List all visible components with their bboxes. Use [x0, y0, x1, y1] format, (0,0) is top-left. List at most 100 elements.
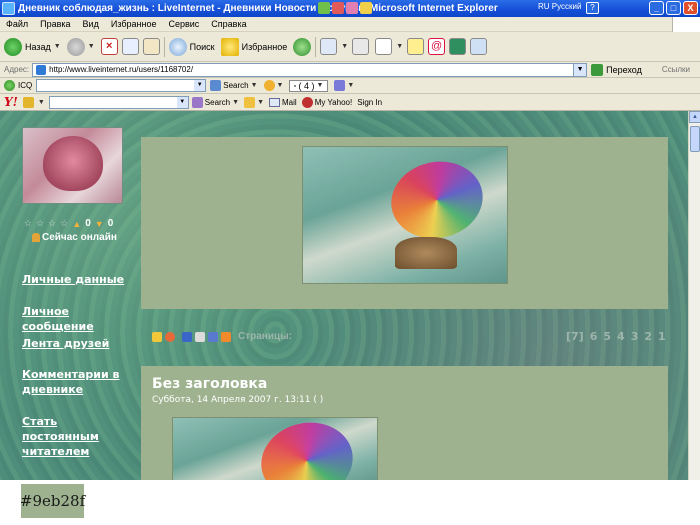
- link-personal-data[interactable]: Личные данные: [22, 272, 127, 287]
- tray-icon-3[interactable]: [346, 2, 358, 14]
- book-action-icon[interactable]: [182, 331, 192, 342]
- yahoo-pen-dropdown-icon[interactable]: ▼: [38, 99, 45, 106]
- page-link[interactable]: 5: [603, 330, 611, 343]
- help-button[interactable]: ?: [586, 2, 599, 14]
- search-icon: [168, 37, 187, 56]
- page-link[interactable]: 6: [590, 330, 598, 343]
- print-icon[interactable]: [352, 38, 370, 55]
- menu-view[interactable]: Вид: [77, 19, 105, 29]
- scroll-thumb[interactable]: [690, 126, 700, 152]
- avatar[interactable]: [22, 127, 123, 204]
- edit-dropdown-icon[interactable]: ▼: [396, 43, 403, 50]
- page-link[interactable]: 1: [658, 330, 666, 343]
- action-icons-row: Страницы:: [152, 331, 292, 342]
- menu-bar: Файл Правка Вид Избранное Сервис Справка: [0, 17, 700, 32]
- mail-action-icon[interactable]: [208, 331, 218, 342]
- print-action-icon[interactable]: [195, 331, 205, 342]
- menu-file[interactable]: Файл: [0, 19, 34, 29]
- page-link[interactable]: 3: [631, 330, 639, 343]
- history-icon[interactable]: [293, 37, 312, 56]
- yahoo-bookmarks-button[interactable]: ▼: [244, 96, 264, 108]
- header-image: [302, 146, 508, 284]
- maximize-button[interactable]: □: [666, 1, 681, 15]
- menu-tools[interactable]: Сервис: [162, 19, 205, 29]
- yahoo-logo[interactable]: Y!: [4, 95, 18, 109]
- icq-dropdown-icon[interactable]: ▼: [194, 80, 206, 91]
- post-date: Суббота, 14 Апреля 2007 г. 13:11 ( ): [152, 395, 324, 405]
- thumbs-down-icon[interactable]: ▼: [95, 219, 104, 229]
- icq-search-input[interactable]: ▼: [36, 79, 207, 92]
- yahoo-mail-button[interactable]: Mail: [269, 97, 297, 107]
- mail-icon[interactable]: [320, 38, 338, 55]
- link-diary-comments[interactable]: Комментарии в дневнике: [22, 367, 127, 397]
- forward-dropdown-icon[interactable]: ▼: [88, 43, 95, 50]
- mail-dropdown-icon[interactable]: ▼: [341, 43, 348, 50]
- addon-icon[interactable]: [449, 38, 467, 55]
- link-private-message[interactable]: Личное сообщение: [22, 304, 127, 334]
- yahoo-search-button[interactable]: Search ▼: [191, 96, 239, 108]
- rating-star: ☆: [36, 218, 45, 228]
- yahoo-pen-icon[interactable]: [22, 96, 34, 108]
- yahoo-search-caret-icon[interactable]: ▼: [232, 99, 239, 106]
- thumbs-up-icon[interactable]: ▲: [72, 219, 81, 229]
- minimize-button[interactable]: _: [649, 1, 664, 15]
- post-title[interactable]: Без заголовка: [152, 376, 267, 392]
- contacts-dropdown-icon[interactable]: ▼: [347, 82, 354, 89]
- my-yahoo-button[interactable]: My Yahoo!: [301, 96, 352, 108]
- back-button[interactable]: Назад ▼: [4, 37, 61, 56]
- menu-edit[interactable]: Правка: [34, 19, 76, 29]
- refresh-icon[interactable]: [121, 38, 139, 55]
- favorites-button[interactable]: Избранное: [220, 37, 287, 56]
- yahoo-search-input[interactable]: ▼: [48, 95, 189, 109]
- icq-search-dropdown-icon[interactable]: ▼: [251, 82, 258, 89]
- bookmarks-dropdown-icon[interactable]: ▼: [257, 99, 264, 106]
- icq-search-button[interactable]: Search ▼: [210, 80, 258, 91]
- mail-count-dropdown-icon[interactable]: ▼: [316, 82, 323, 89]
- menu-favorites[interactable]: Избранное: [105, 19, 163, 29]
- tray-icon-2[interactable]: [332, 2, 344, 14]
- link-friends-feed[interactable]: Лента друзей: [22, 336, 127, 351]
- search-button[interactable]: Поиск: [168, 37, 215, 56]
- page-link[interactable]: 2: [644, 330, 652, 343]
- address-url[interactable]: http://www.liveinternet.ru/users/1168702…: [49, 65, 193, 74]
- tray-icon-1[interactable]: [318, 2, 330, 14]
- at-mail-icon[interactable]: @: [428, 38, 446, 55]
- address-dropdown-icon[interactable]: ▼: [573, 63, 587, 76]
- links-label[interactable]: Ссылки: [662, 65, 690, 74]
- address-field[interactable]: http://www.liveinternet.ru/users/1168702…: [32, 62, 588, 77]
- link-become-reader[interactable]: Стать постоянным читателем: [22, 414, 127, 459]
- home-icon[interactable]: [142, 38, 160, 55]
- yahoo-search-dropdown-icon[interactable]: ▼: [176, 96, 188, 108]
- yahoo-toolbar: Y! ▼ ▼ Search ▼ ▼ Mail My Yahoo! Sign In: [0, 94, 700, 111]
- menu-help[interactable]: Справка: [205, 19, 252, 29]
- forward-button[interactable]: ▼: [66, 37, 95, 56]
- stop-icon[interactable]: ×: [100, 38, 118, 55]
- toolbar-separator: [315, 36, 317, 57]
- basket-illustration: [395, 237, 457, 269]
- discuss-icon[interactable]: [407, 38, 425, 55]
- toolbar-separator: [163, 36, 165, 57]
- icq-label[interactable]: ICQ: [18, 81, 32, 90]
- messenger-icon[interactable]: [470, 38, 488, 55]
- back-dropdown-icon[interactable]: ▼: [54, 43, 61, 50]
- tray-icon-4[interactable]: [360, 2, 372, 14]
- vertical-scrollbar[interactable]: ▲: [688, 111, 700, 480]
- title-bar: Дневник соблюдая_жизнь : LiveInternet - …: [0, 0, 700, 17]
- go-button[interactable]: Переход: [591, 63, 642, 76]
- star-action-icon[interactable]: [152, 331, 162, 342]
- yahoo-search-icon: [191, 96, 203, 108]
- smiley-dropdown-icon[interactable]: ▼: [277, 82, 284, 89]
- language-indicator[interactable]: RU Русский: [538, 2, 581, 11]
- rss-icon[interactable]: [221, 331, 231, 342]
- icq-contacts-button[interactable]: ▼: [334, 80, 354, 91]
- icq-mail-counter[interactable]: ( 4 ) ▼: [289, 79, 329, 92]
- pagination: [7] 6 5 4 3 2 1: [566, 330, 666, 343]
- sign-in-button[interactable]: Sign In: [357, 98, 382, 107]
- word-icon[interactable]: [375, 38, 393, 55]
- yahoo-mail-label: Mail: [282, 97, 297, 107]
- page-link[interactable]: 4: [617, 330, 625, 343]
- scroll-up-icon[interactable]: ▲: [689, 111, 700, 123]
- close-button[interactable]: X: [683, 1, 698, 15]
- icq-smiley-button[interactable]: ▼: [263, 80, 284, 91]
- add-action-icon[interactable]: [165, 331, 175, 342]
